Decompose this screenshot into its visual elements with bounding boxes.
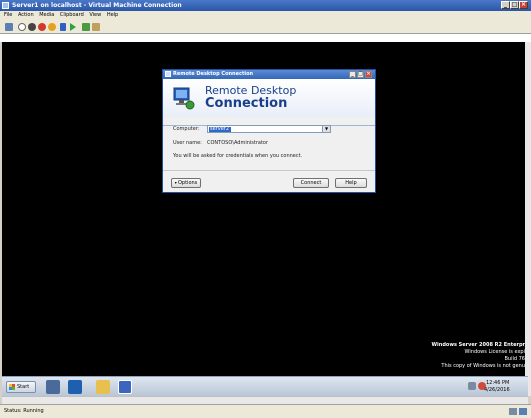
dialog-close-button[interactable]: × <box>365 71 372 78</box>
start-label: Start <box>17 384 30 390</box>
watermark-genuine: This copy of Windows is not genu <box>441 363 525 369</box>
menu-file[interactable]: File <box>4 12 12 18</box>
status-text: Status: Running <box>4 408 44 414</box>
options-button[interactable]: ▾ Options <box>171 178 201 188</box>
keyboard-icon <box>519 408 527 415</box>
maximize-button[interactable]: □ <box>510 1 519 9</box>
watermark-edition: Windows Server 2008 R2 Enterpr <box>431 342 525 348</box>
start-button[interactable]: Start <box>6 381 36 393</box>
chevron-down-icon[interactable]: ▼ <box>322 126 330 132</box>
session-strip <box>0 34 531 42</box>
server-manager-icon[interactable] <box>46 380 60 394</box>
rdc-icon <box>165 71 171 77</box>
window-title: Server1 on localhost - Virtual Machine C… <box>12 2 182 9</box>
menu-clipboard[interactable]: Clipboard <box>60 12 84 18</box>
toolbar <box>0 20 531 34</box>
rdc-dialog: Remote Desktop Connection _ □ × Remote D… <box>162 69 376 193</box>
vertical-scrollbar[interactable] <box>525 42 531 396</box>
lock-icon <box>509 408 517 415</box>
status-bar: Status: Running <box>0 404 531 418</box>
computer-combobox[interactable]: server2 ▼ <box>207 125 331 133</box>
minimize-button[interactable]: _ <box>501 1 510 9</box>
resume-icon[interactable] <box>70 23 76 31</box>
guest-taskbar: Start 12:46 PM 4/26/2016 <box>2 376 528 396</box>
pause-icon[interactable] <box>60 23 66 31</box>
tray-date[interactable]: 4/26/2016 <box>484 387 510 393</box>
help-button[interactable]: Help <box>335 178 367 188</box>
ctrl-alt-del-icon[interactable] <box>5 23 13 31</box>
vm-connection-icon <box>2 2 9 9</box>
start-icon[interactable] <box>18 23 26 31</box>
username-label: User name: <box>173 140 202 146</box>
menu-view[interactable]: View <box>89 12 101 18</box>
menu-action[interactable]: Action <box>18 12 34 18</box>
dialog-title: Remote Desktop Connection <box>173 71 254 77</box>
turn-off-icon[interactable] <box>28 23 36 31</box>
watermark-license: Windows License is expi <box>464 349 525 355</box>
credentials-note: You will be asked for credentials when y… <box>173 153 303 159</box>
connect-button[interactable]: Connect <box>293 178 329 188</box>
username-value: CONTOSO\Administrator <box>207 140 269 146</box>
horizontal-scrollbar[interactable] <box>2 396 528 404</box>
dialog-titlebar: Remote Desktop Connection _ □ × <box>163 70 375 79</box>
dialog-minimize-button[interactable]: _ <box>349 71 356 78</box>
banner-title-line2: Connection <box>205 96 288 111</box>
remote-desktop-logo-icon <box>173 87 195 110</box>
network-tray-icon[interactable] <box>468 382 476 390</box>
save-icon[interactable] <box>48 23 56 31</box>
menu-media[interactable]: Media <box>39 12 54 18</box>
window-titlebar: Server1 on localhost - Virtual Machine C… <box>0 0 531 11</box>
remote-desktop-taskbar-icon[interactable] <box>118 380 132 394</box>
powershell-icon[interactable] <box>68 380 82 394</box>
menu-bar: File Action Media Clipboard View Help <box>0 11 531 20</box>
dialog-maximize-button[interactable]: □ <box>357 71 364 78</box>
revert-icon[interactable] <box>92 23 100 31</box>
options-label: Options <box>177 180 198 186</box>
dialog-separator <box>163 170 375 171</box>
computer-value: server2 <box>209 126 231 132</box>
shutdown-icon[interactable] <box>38 23 46 31</box>
snapshot-icon[interactable] <box>82 23 90 31</box>
windows-logo-icon <box>9 384 15 390</box>
computer-label: Computer: <box>173 126 200 132</box>
tray-time[interactable]: 12:46 PM <box>486 380 509 386</box>
close-button[interactable]: × <box>519 1 528 9</box>
explorer-folder-icon[interactable] <box>96 380 110 394</box>
dialog-banner: Remote Desktop Connection <box>163 79 375 126</box>
watermark-build: Build 76 <box>504 356 525 362</box>
menu-help[interactable]: Help <box>107 12 118 18</box>
